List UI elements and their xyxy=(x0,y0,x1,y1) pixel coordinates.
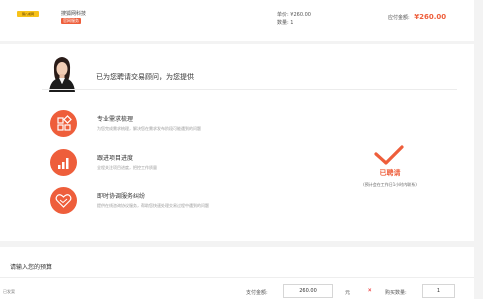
order-quantity-label: 数量: xyxy=(277,20,289,26)
consultant-card: 已为您聘请交易顾问，为您提供 专业需求梳理 为您完成需求梳理，解决您在需求发布阶… xyxy=(0,44,474,241)
order-quantity-value: 1 xyxy=(290,20,294,26)
order-summary-card: 猪八戒网 搜狐网科技 官网服务 单价: ¥260.00 数量: 1 应付金额: … xyxy=(0,0,474,41)
consultant-title: 已为您聘请交易顾问，为您提供 xyxy=(96,73,194,81)
product-logo: 猪八戒网 xyxy=(17,11,39,17)
multiply-icon: × xyxy=(368,288,372,294)
service-item-progress: 跟进项目进度 全程关注项目进度，把控工作质量 xyxy=(50,149,350,179)
service-desc: 为您完成需求梳理，解决您在需求发布阶段可能遇到的问题 xyxy=(97,126,201,131)
consultant-avatar xyxy=(49,57,75,92)
order-quantity: 数量: 1 xyxy=(277,19,293,26)
purchase-qty-label: 购买数量: xyxy=(385,290,407,296)
service-desc: 提供在线咨询协议服务，帮助您快速处理交易过程中遇到的问题 xyxy=(97,203,209,208)
bar-chart-icon xyxy=(50,149,77,176)
divider xyxy=(0,277,474,278)
payable-label: 应付金额: xyxy=(388,15,410,21)
service-title: 即时协调服务纠纷 xyxy=(97,193,146,200)
purchase-qty-input[interactable] xyxy=(422,284,455,298)
service-title: 专业需求梳理 xyxy=(97,116,134,123)
unit-price-label: 单价: xyxy=(277,12,289,18)
handshake-icon xyxy=(50,187,77,214)
hired-status: 已聘请 xyxy=(379,169,401,177)
unit-price: 单价: ¥260.00 xyxy=(277,11,311,18)
service-item-disputes: 即时协调服务纠纷 提供在线咨询协议服务，帮助您快速处理交易过程中遇到的问题 xyxy=(50,187,350,217)
payable-value: ¥260.00 xyxy=(414,13,447,21)
pay-amount-label: 支付金额: xyxy=(246,290,268,296)
pay-amount-input[interactable] xyxy=(283,284,333,298)
bottom-left-label: 已发案 xyxy=(3,289,15,294)
unit-price-value: ¥260.00 xyxy=(290,12,311,18)
scrollbar-track[interactable] xyxy=(476,0,483,299)
product-name[interactable]: 搜狐网科技 xyxy=(61,10,86,17)
check-icon xyxy=(374,145,404,165)
service-item-requirements: 专业需求梳理 为您完成需求梳理，解决您在需求发布阶段可能遇到的问题 xyxy=(50,110,350,140)
budget-title: 请输入您的预算 xyxy=(10,264,53,271)
payable-amount: 应付金额: ¥260.00 xyxy=(388,13,446,21)
service-title: 跟进项目进度 xyxy=(97,155,134,162)
currency-unit: 元 xyxy=(345,290,351,296)
budget-card: 请输入您的预算 已发案 支付金额: 元 × 购买数量: xyxy=(0,247,474,299)
product-logo-text: 猪八戒网 xyxy=(21,12,34,16)
service-desc: 全程关注项目进度，把控工作质量 xyxy=(97,165,157,170)
grid-icon xyxy=(50,110,77,137)
hired-note: (预计会在工作日1小时内联系) xyxy=(363,182,417,187)
product-tag: 官网服务 xyxy=(61,18,81,24)
divider xyxy=(42,89,457,90)
